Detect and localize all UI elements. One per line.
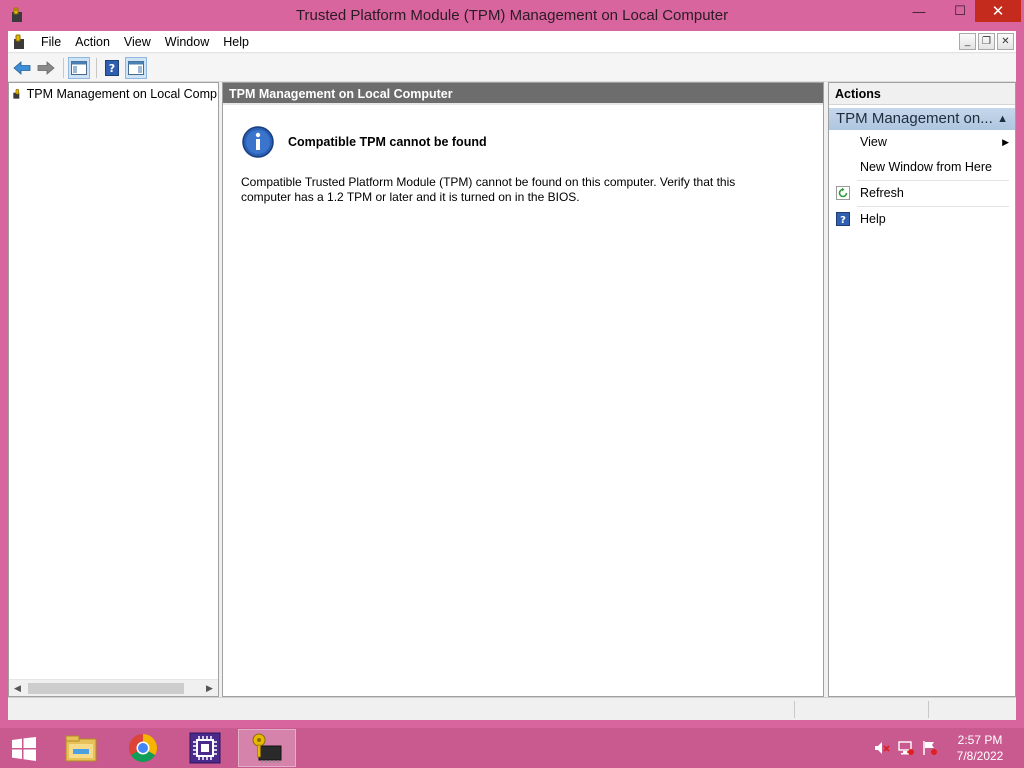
status-divider [794,701,795,718]
taskbar-app-chrome[interactable] [114,729,172,767]
back-button[interactable] [11,57,33,79]
refresh-icon [836,186,850,200]
svg-text:?: ? [109,62,115,75]
toolbar: ? [8,54,1016,82]
minimize-button[interactable]: — [905,0,933,22]
mdi-controls: _ ❐ ✕ [959,33,1014,50]
tree-item-tpm-management[interactable]: TPM Management on Local Comp [12,86,217,102]
menu-window[interactable]: Window [158,31,216,53]
svg-text:?: ? [840,215,846,226]
taskbar: 2:57 PM 7/8/2022 [0,728,1024,768]
action-view[interactable]: View ▶ [829,130,1015,155]
forward-arrow-icon [37,60,55,75]
action-label: Help [860,212,886,226]
scroll-left-arrow-icon[interactable]: ◀ [9,680,26,696]
taskbar-app-cpu[interactable] [176,729,234,767]
toolbar-separator [96,57,97,78]
action-refresh[interactable]: Refresh [829,181,1015,206]
file-explorer-icon [65,735,97,762]
scroll-thumb[interactable] [28,683,184,694]
message-title: Compatible TPM cannot be found [288,135,487,149]
maximize-button[interactable]: ☐ [946,0,974,22]
toolbar-separator [63,57,64,78]
status-bar [8,697,1016,720]
mmc-window: Trusted Platform Module (TPM) Management… [0,0,1024,728]
tpm-console-icon [252,733,282,763]
show-hide-action-pane-button[interactable] [125,56,147,79]
cpu-app-icon [189,732,221,764]
network-icon[interactable] [898,740,914,756]
menu-help[interactable]: Help [216,31,256,53]
client-area: File Action View Window Help _ ❐ ✕ ? TPM… [8,31,1016,720]
message-body: Compatible Trusted Platform Module (TPM)… [241,175,736,204]
console-tree-icon [71,60,87,75]
scroll-right-arrow-icon[interactable]: ▶ [201,680,218,696]
back-arrow-icon [13,60,31,75]
help-button[interactable]: ? [101,57,123,79]
taskbar-clock[interactable]: 2:57 PM 7/8/2022 [944,732,1016,764]
actions-pane: Actions TPM Management on... ▲ View ▶ Ne… [828,82,1016,697]
menu-file[interactable]: File [34,31,68,53]
info-icon [242,126,274,158]
actions-group-header[interactable]: TPM Management on... ▲ [829,108,1015,130]
close-button[interactable]: ✕ [975,0,1021,22]
result-pane-header: TPM Management on Local Computer [223,83,823,105]
mdi-close-button[interactable]: ✕ [997,33,1014,50]
volume-muted-icon[interactable] [874,740,890,756]
collapse-arrow-icon[interactable]: ▲ [997,108,1008,130]
status-divider [928,701,929,718]
forward-button[interactable] [35,57,57,79]
clock-date: 7/8/2022 [956,749,1004,763]
tree-item-label: TPM Management on Local Comp [26,87,217,101]
actions-header: Actions [829,83,1015,105]
key-chip-icon[interactable] [11,34,27,50]
menu-view[interactable]: View [117,31,158,53]
key-chip-icon [13,89,20,99]
action-new-window[interactable]: New Window from Here [829,155,1015,180]
action-label: New Window from Here [860,160,992,174]
action-label: View [860,135,887,149]
windows-start-icon[interactable] [10,737,38,761]
actions-group-title: TPM Management on... [836,110,993,127]
action-label: Refresh [860,186,904,200]
chrome-icon [129,734,157,762]
show-hide-console-tree-button[interactable] [68,56,90,79]
action-pane-icon [128,60,144,75]
help-icon: ? [836,212,850,226]
console-tree-pane: TPM Management on Local Comp ◀ ▶ [8,82,219,697]
clock-time: 2:57 PM [957,733,1003,747]
taskbar-app-file-explorer[interactable] [52,729,110,767]
menu-action[interactable]: Action [68,31,117,53]
menu-bar: File Action View Window Help _ ❐ ✕ [8,31,1016,53]
title-bar[interactable]: Trusted Platform Module (TPM) Management… [0,0,1024,31]
result-pane: TPM Management on Local Computer Compati… [222,82,824,697]
window-title: Trusted Platform Module (TPM) Management… [295,7,729,24]
mdi-restore-button[interactable]: ❐ [978,33,995,50]
action-help[interactable]: ? Help [829,207,1015,232]
taskbar-app-tpm-console[interactable] [238,729,296,767]
horizontal-scrollbar[interactable]: ◀ ▶ [9,679,218,696]
submenu-arrow-icon: ▶ [1002,137,1009,147]
mdi-minimize-button[interactable]: _ [959,33,976,50]
help-icon: ? [105,59,119,76]
action-center-flag-icon[interactable] [922,740,938,756]
